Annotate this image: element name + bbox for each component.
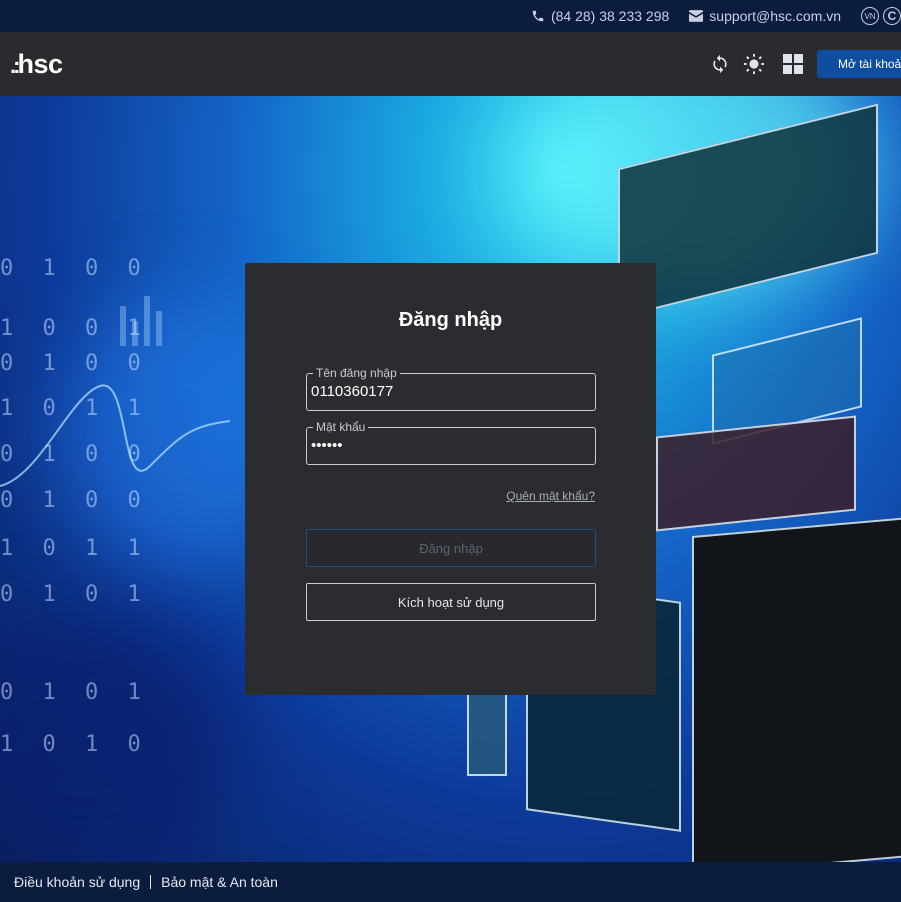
- password-field[interactable]: Mật khẩu: [306, 420, 596, 465]
- phone-icon: [532, 10, 544, 22]
- language-badge[interactable]: VN: [861, 7, 879, 25]
- support-email: support@hsc.com.vn: [709, 8, 841, 24]
- login-card: Đăng nhập Tên đăng nhập Mật khẩu Quên mậ…: [245, 263, 656, 695]
- phone-contact[interactable]: (84 28) 38 233 298: [531, 8, 669, 24]
- hsc-logo[interactable]: .:hsc: [10, 49, 63, 80]
- contact-bar: (84 28) 38 233 298 support@hsc.com.vn VN…: [0, 0, 901, 32]
- password-label: Mật khẩu: [313, 420, 369, 434]
- password-input[interactable]: [311, 437, 581, 454]
- forgot-password-link[interactable]: Quên mật khẩu?: [506, 489, 595, 503]
- open-account-button[interactable]: Mở tài khoản: [817, 50, 901, 78]
- username-field[interactable]: Tên đăng nhập: [306, 366, 596, 411]
- activate-button[interactable]: Kích hoạt sử dụng: [306, 583, 596, 621]
- grid-icon[interactable]: [781, 52, 805, 76]
- email-contact[interactable]: support@hsc.com.vn: [689, 8, 841, 24]
- footer: Điều khoản sử dụng Bảo mật & An toàn: [0, 862, 901, 902]
- security-link[interactable]: Bảo mật & An toàn: [161, 874, 278, 890]
- app-header: .:hsc Mở tài khoản: [0, 32, 901, 96]
- terms-link[interactable]: Điều khoản sử dụng: [14, 874, 140, 890]
- phone-number: (84 28) 38 233 298: [550, 8, 670, 24]
- refresh-icon[interactable]: [708, 52, 732, 76]
- login-button[interactable]: Đăng nhập: [306, 529, 596, 567]
- copyright-badge[interactable]: C: [883, 7, 901, 25]
- username-input[interactable]: [311, 383, 581, 400]
- mail-icon: [689, 10, 704, 22]
- brightness-icon[interactable]: [742, 52, 766, 76]
- login-title: Đăng nhập: [398, 309, 503, 331]
- footer-divider: [150, 875, 152, 889]
- username-label: Tên đăng nhập: [313, 366, 400, 380]
